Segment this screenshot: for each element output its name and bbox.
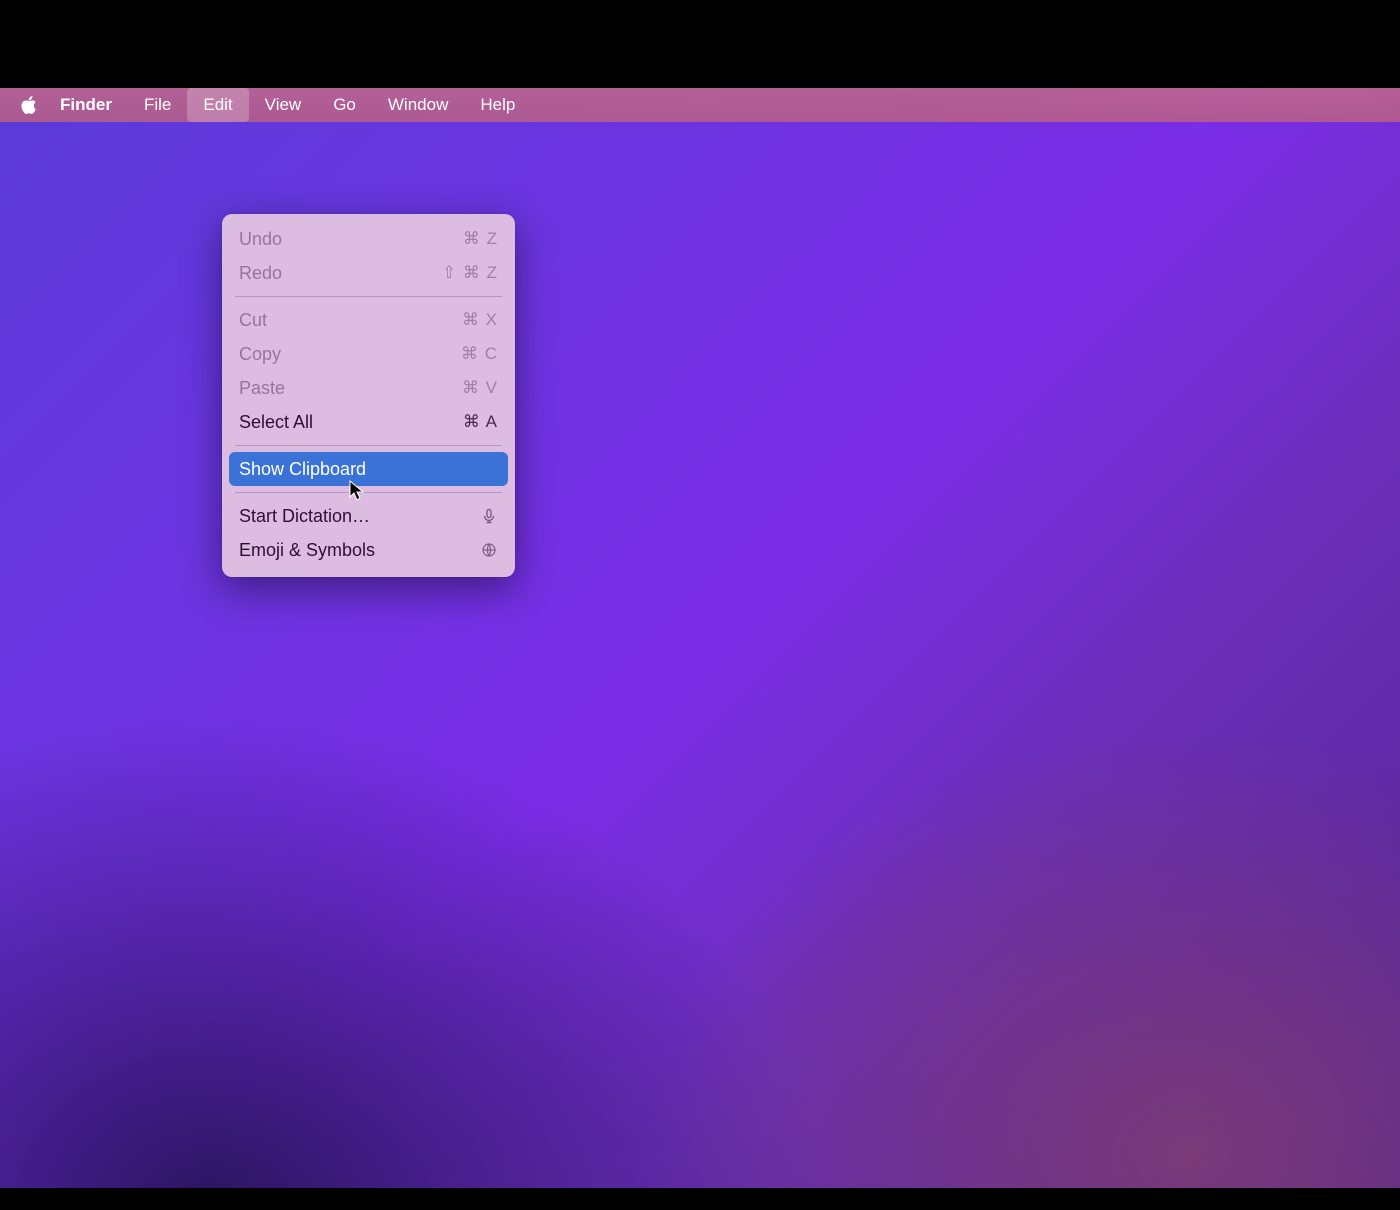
menu-item-cut[interactable]: Cut ⌘ X [229, 303, 508, 337]
menu-item-label: Cut [239, 310, 267, 331]
menu-separator [235, 445, 502, 446]
edit-dropdown: Undo ⌘ Z Redo ⇧ ⌘ Z Cut ⌘ X Copy ⌘ C Pas… [222, 214, 515, 577]
menu-item-shortcut: ⌘ A [463, 412, 498, 432]
apple-logo-icon [21, 96, 37, 114]
menu-item-start-dictation[interactable]: Start Dictation… [229, 499, 508, 533]
menu-view[interactable]: View [249, 88, 318, 122]
mic-icon [480, 507, 498, 525]
menu-item-shortcut: ⌘ Z [463, 229, 498, 249]
menu-edit[interactable]: Edit [187, 88, 248, 122]
menu-item-shortcut: ⌘ C [461, 344, 498, 364]
menu-item-show-clipboard[interactable]: Show Clipboard [229, 452, 508, 486]
menu-separator [235, 296, 502, 297]
menu-item-label: Start Dictation… [239, 506, 370, 527]
menu-item-label: Emoji & Symbols [239, 540, 375, 561]
apple-menu[interactable] [14, 96, 44, 114]
menu-item-select-all[interactable]: Select All ⌘ A [229, 405, 508, 439]
menu-file[interactable]: File [128, 88, 187, 122]
menu-item-label: Undo [239, 229, 282, 250]
letterbox-top [0, 0, 1400, 88]
menu-go[interactable]: Go [317, 88, 372, 122]
menubar: Finder File Edit View Go Window Help [0, 88, 1400, 122]
app-name[interactable]: Finder [44, 95, 128, 115]
menu-item-shortcut: ⌘ V [462, 378, 498, 398]
desktop[interactable]: Finder File Edit View Go Window Help Und… [0, 88, 1400, 1210]
menu-item-emoji-symbols[interactable]: Emoji & Symbols [229, 533, 508, 567]
menu-separator [235, 492, 502, 493]
menu-item-label: Select All [239, 412, 313, 433]
menu-item-undo[interactable]: Undo ⌘ Z [229, 222, 508, 256]
menu-item-label: Redo [239, 263, 282, 284]
menu-item-shortcut: ⌘ X [462, 310, 498, 330]
menu-item-copy[interactable]: Copy ⌘ C [229, 337, 508, 371]
menu-item-redo[interactable]: Redo ⇧ ⌘ Z [229, 256, 508, 290]
menu-item-label: Copy [239, 344, 281, 365]
menu-item-shortcut: ⇧ ⌘ Z [442, 263, 498, 283]
letterbox-bottom [0, 1188, 1400, 1210]
menu-item-label: Paste [239, 378, 285, 399]
menu-help[interactable]: Help [464, 88, 531, 122]
menu-window[interactable]: Window [372, 88, 464, 122]
globe-icon [480, 541, 498, 559]
menu-item-paste[interactable]: Paste ⌘ V [229, 371, 508, 405]
menu-item-label: Show Clipboard [239, 459, 366, 480]
